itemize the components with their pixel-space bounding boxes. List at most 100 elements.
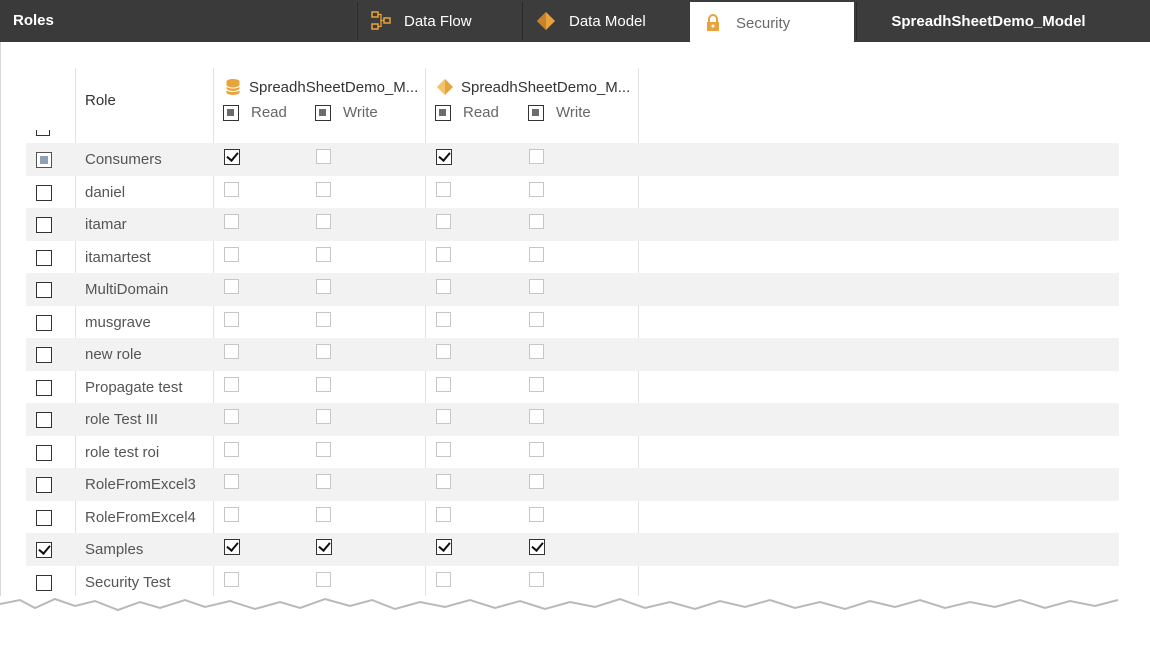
table-row[interactable]: RoleFromExcel3	[26, 468, 1119, 501]
source2-write-checkbox[interactable]	[529, 441, 544, 457]
row-select-checkbox[interactable]	[36, 542, 52, 558]
source2-read-checkbox[interactable]	[436, 311, 451, 327]
row-select-checkbox[interactable]	[36, 217, 52, 233]
row-select-checkbox[interactable]	[36, 249, 52, 266]
table-row[interactable]: RoleFromExcel4	[26, 501, 1119, 534]
source2-write-checkbox[interactable]	[529, 571, 544, 587]
source2-read-checkbox[interactable]	[436, 474, 451, 489]
row-checkbox-partial[interactable]	[36, 130, 50, 136]
row-select-checkbox[interactable]	[36, 282, 52, 298]
source1-write-checkbox[interactable]	[316, 571, 331, 587]
read-all-checkbox[interactable]	[435, 104, 451, 121]
source2-write-checkbox[interactable]	[529, 149, 544, 164]
source1-read-checkbox[interactable]	[224, 441, 239, 457]
source1-write-checkbox[interactable]	[316, 311, 331, 327]
row-select-checkbox[interactable]	[36, 152, 52, 168]
source1-write-all[interactable]: Write	[315, 104, 378, 121]
source2-write-checkbox[interactable]	[529, 506, 544, 522]
table-row[interactable]: Samples	[26, 533, 1119, 566]
source2-write-checkbox[interactable]	[529, 474, 544, 489]
source2-write-checkbox[interactable]	[529, 376, 544, 392]
write-all-checkbox[interactable]	[315, 104, 331, 121]
row-select-checkbox[interactable]	[36, 574, 52, 591]
source1-write-checkbox[interactable]	[316, 506, 331, 522]
source2-read-checkbox[interactable]	[436, 409, 451, 424]
source1-read-checkbox[interactable]	[224, 376, 239, 392]
source2-write-checkbox[interactable]	[529, 181, 544, 197]
table-row[interactable]: role Test III	[26, 403, 1119, 436]
source1-write-checkbox[interactable]	[316, 181, 331, 197]
source1-read-checkbox[interactable]	[224, 149, 240, 165]
source2-read-checkbox[interactable]	[436, 506, 451, 522]
read-all-checkbox[interactable]	[223, 104, 239, 121]
source1-write-checkbox[interactable]	[316, 376, 331, 392]
source1-read-all[interactable]: Read	[223, 104, 287, 121]
table-row[interactable]: musgrave	[26, 306, 1119, 339]
source2-write-checkbox[interactable]	[529, 214, 544, 229]
data-model-icon	[535, 10, 557, 32]
source1-read-checkbox[interactable]	[224, 246, 239, 262]
table-row[interactable]: Security Test	[26, 566, 1119, 599]
tab-model-name[interactable]: SpreadhSheetDemo_Model	[856, 2, 1120, 40]
table-row[interactable]: role test roi	[26, 436, 1119, 469]
role-name: Security Test	[85, 573, 171, 591]
source1-read-checkbox[interactable]	[224, 181, 239, 197]
source2-write-all[interactable]: Write	[528, 104, 591, 121]
source1-write-checkbox[interactable]	[316, 344, 331, 359]
table-row[interactable]: new role	[26, 338, 1119, 371]
source1-write-checkbox[interactable]	[316, 246, 331, 262]
source2-write-checkbox[interactable]	[529, 344, 544, 359]
source2-read-checkbox[interactable]	[436, 181, 451, 197]
source1-read-checkbox[interactable]	[224, 506, 239, 522]
source1-read-checkbox[interactable]	[224, 214, 239, 229]
source1-read-checkbox[interactable]	[224, 539, 240, 555]
source1-read-checkbox[interactable]	[224, 344, 239, 359]
source1-write-checkbox[interactable]	[316, 441, 331, 457]
tab-data-flow[interactable]: Data Flow	[357, 2, 520, 40]
row-select-checkbox[interactable]	[36, 314, 52, 331]
source1-write-checkbox[interactable]	[316, 214, 331, 229]
table-row[interactable]: Propagate test	[26, 371, 1119, 404]
source2-write-checkbox[interactable]	[529, 311, 544, 327]
source1-read-checkbox[interactable]	[224, 571, 239, 587]
source1-read-checkbox[interactable]	[224, 311, 239, 327]
row-select-checkbox[interactable]	[36, 184, 52, 201]
source1-write-checkbox[interactable]	[316, 149, 331, 164]
source2-read-checkbox[interactable]	[436, 214, 451, 229]
source2-read-checkbox[interactable]	[436, 539, 452, 555]
source2-write-checkbox[interactable]	[529, 246, 544, 262]
table-row[interactable]: MultiDomain	[26, 273, 1119, 306]
row-select-checkbox[interactable]	[36, 444, 52, 461]
table-row[interactable]: Consumers	[26, 143, 1119, 176]
source1-write-checkbox[interactable]	[316, 474, 331, 489]
tab-data-model[interactable]: Data Model	[522, 2, 688, 40]
source1-write-checkbox[interactable]	[316, 279, 331, 294]
write-all-checkbox[interactable]	[528, 104, 544, 121]
table-row[interactable]: itamartest	[26, 241, 1119, 274]
table-row[interactable]: itamar	[26, 208, 1119, 241]
source2-write-checkbox[interactable]	[529, 279, 544, 294]
role-name: MultiDomain	[85, 281, 169, 298]
source2-read-all[interactable]: Read	[435, 104, 499, 121]
tab-security[interactable]: Security	[690, 2, 854, 44]
source1-read-checkbox[interactable]	[224, 474, 239, 489]
table-row[interactable]: daniel	[26, 176, 1119, 209]
source2-read-checkbox[interactable]	[436, 571, 451, 587]
source2-read-checkbox[interactable]	[436, 246, 451, 262]
source1-write-checkbox[interactable]	[316, 409, 331, 424]
source2-read-checkbox[interactable]	[436, 441, 451, 457]
row-select-checkbox[interactable]	[36, 412, 52, 428]
source2-read-checkbox[interactable]	[436, 149, 452, 165]
row-select-checkbox[interactable]	[36, 379, 52, 396]
source2-read-checkbox[interactable]	[436, 376, 451, 392]
row-select-checkbox[interactable]	[36, 347, 52, 363]
source2-read-checkbox[interactable]	[436, 344, 451, 359]
source1-read-checkbox[interactable]	[224, 409, 239, 424]
source2-read-checkbox[interactable]	[436, 279, 451, 294]
source2-write-checkbox[interactable]	[529, 409, 544, 424]
source2-write-checkbox[interactable]	[529, 539, 545, 555]
row-select-checkbox[interactable]	[36, 477, 52, 493]
source1-read-checkbox[interactable]	[224, 279, 239, 294]
row-select-checkbox[interactable]	[36, 509, 52, 526]
source1-write-checkbox[interactable]	[316, 539, 332, 555]
